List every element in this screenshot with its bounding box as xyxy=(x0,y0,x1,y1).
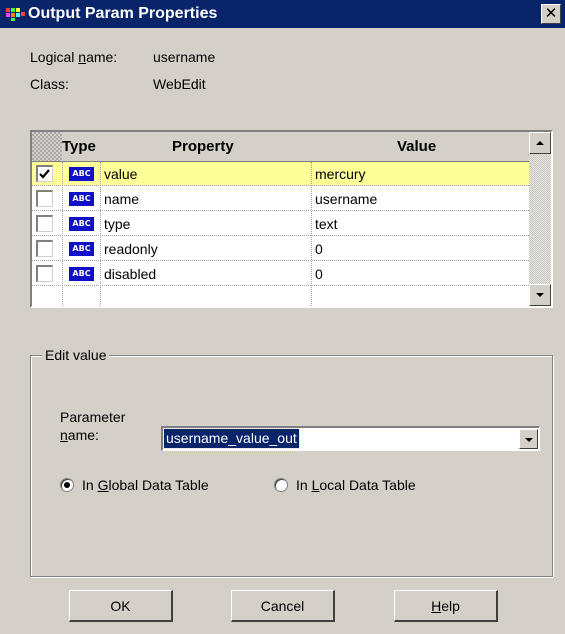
grid-body: Type Property Value ABC value mercury ABC na… xyxy=(32,132,529,306)
title-bar[interactable]: Output Param Properties ✕ xyxy=(0,0,565,28)
close-icon: ✕ xyxy=(544,5,558,22)
table-row[interactable]: ABC readonly 0 xyxy=(32,237,529,261)
radio-local-label: In Local Data Table xyxy=(296,477,416,493)
row-value: 0 xyxy=(315,266,323,282)
row-property: disabled xyxy=(104,266,157,282)
row-property: name xyxy=(104,191,140,207)
string-type-icon: ABC xyxy=(69,192,94,206)
window-title: Output Param Properties xyxy=(28,5,218,22)
row-value: text xyxy=(315,216,338,232)
grid-column-divider xyxy=(100,162,101,306)
row-checkbox[interactable] xyxy=(36,190,53,207)
table-row[interactable]: ABC name username xyxy=(32,187,529,211)
arrow-up-icon xyxy=(536,141,544,145)
close-button[interactable]: ✕ xyxy=(541,4,561,24)
arrow-down-icon xyxy=(536,293,544,297)
grid-header: Type Property Value xyxy=(32,132,529,162)
edit-value-group xyxy=(30,355,553,577)
parameter-name-dropdown-button[interactable] xyxy=(519,429,538,449)
row-value: username xyxy=(315,191,378,207)
header-value[interactable]: Value xyxy=(397,137,436,157)
chevron-down-icon xyxy=(525,438,533,442)
row-value: mercury xyxy=(315,166,366,182)
string-type-icon: ABC xyxy=(69,217,94,231)
app-icon xyxy=(6,8,25,21)
row-checkbox[interactable] xyxy=(36,215,53,232)
scroll-down-button[interactable] xyxy=(529,284,551,306)
parameter-name-label: Parameter name: xyxy=(60,409,126,443)
row-property: type xyxy=(104,216,131,232)
checkmark-icon xyxy=(39,169,50,179)
row-property: readonly xyxy=(104,241,158,257)
radio-global-label: In Global Data Table xyxy=(82,477,209,493)
string-type-icon: ABC xyxy=(69,167,94,181)
property-grid[interactable]: Type Property Value ABC value mercury ABC na… xyxy=(30,130,553,308)
logical-name-value: username xyxy=(153,49,216,65)
table-row[interactable]: ABC value mercury xyxy=(32,162,529,186)
row-value: 0 xyxy=(315,241,323,257)
class-label: Class: xyxy=(30,76,69,92)
radio-button-global[interactable] xyxy=(60,478,74,492)
class-value: WebEdit xyxy=(153,76,206,92)
parameter-name-value[interactable]: username_value_out xyxy=(163,428,300,449)
string-type-icon: ABC xyxy=(69,242,94,256)
parameter-name-combobox[interactable]: username_value_out xyxy=(161,426,540,451)
grid-corner xyxy=(32,132,62,161)
string-type-icon: ABC xyxy=(69,267,94,281)
grid-column-divider xyxy=(62,162,63,306)
edit-value-legend: Edit value xyxy=(42,346,110,364)
scroll-up-button[interactable] xyxy=(529,132,551,154)
ok-button[interactable]: OK xyxy=(69,590,173,622)
logical-name-label: Logical name: xyxy=(30,49,118,65)
row-checkbox[interactable] xyxy=(36,165,53,182)
row-checkbox[interactable] xyxy=(36,240,53,257)
grid-scrollbar[interactable] xyxy=(529,132,551,306)
table-row[interactable]: ABC disabled 0 xyxy=(32,262,529,286)
header-property[interactable]: Property xyxy=(172,137,234,157)
table-row[interactable]: ABC type text xyxy=(32,212,529,236)
radio-button-local[interactable] xyxy=(274,478,288,492)
table-row-empty xyxy=(32,287,529,306)
row-property: value xyxy=(104,166,138,182)
row-checkbox[interactable] xyxy=(36,265,53,282)
header-type[interactable]: Type xyxy=(62,137,96,157)
grid-column-divider xyxy=(311,162,312,306)
output-param-properties-dialog: Output Param Properties ✕ Logical name: … xyxy=(0,0,565,634)
help-button[interactable]: Help xyxy=(394,590,498,622)
cancel-button[interactable]: Cancel xyxy=(231,590,335,622)
